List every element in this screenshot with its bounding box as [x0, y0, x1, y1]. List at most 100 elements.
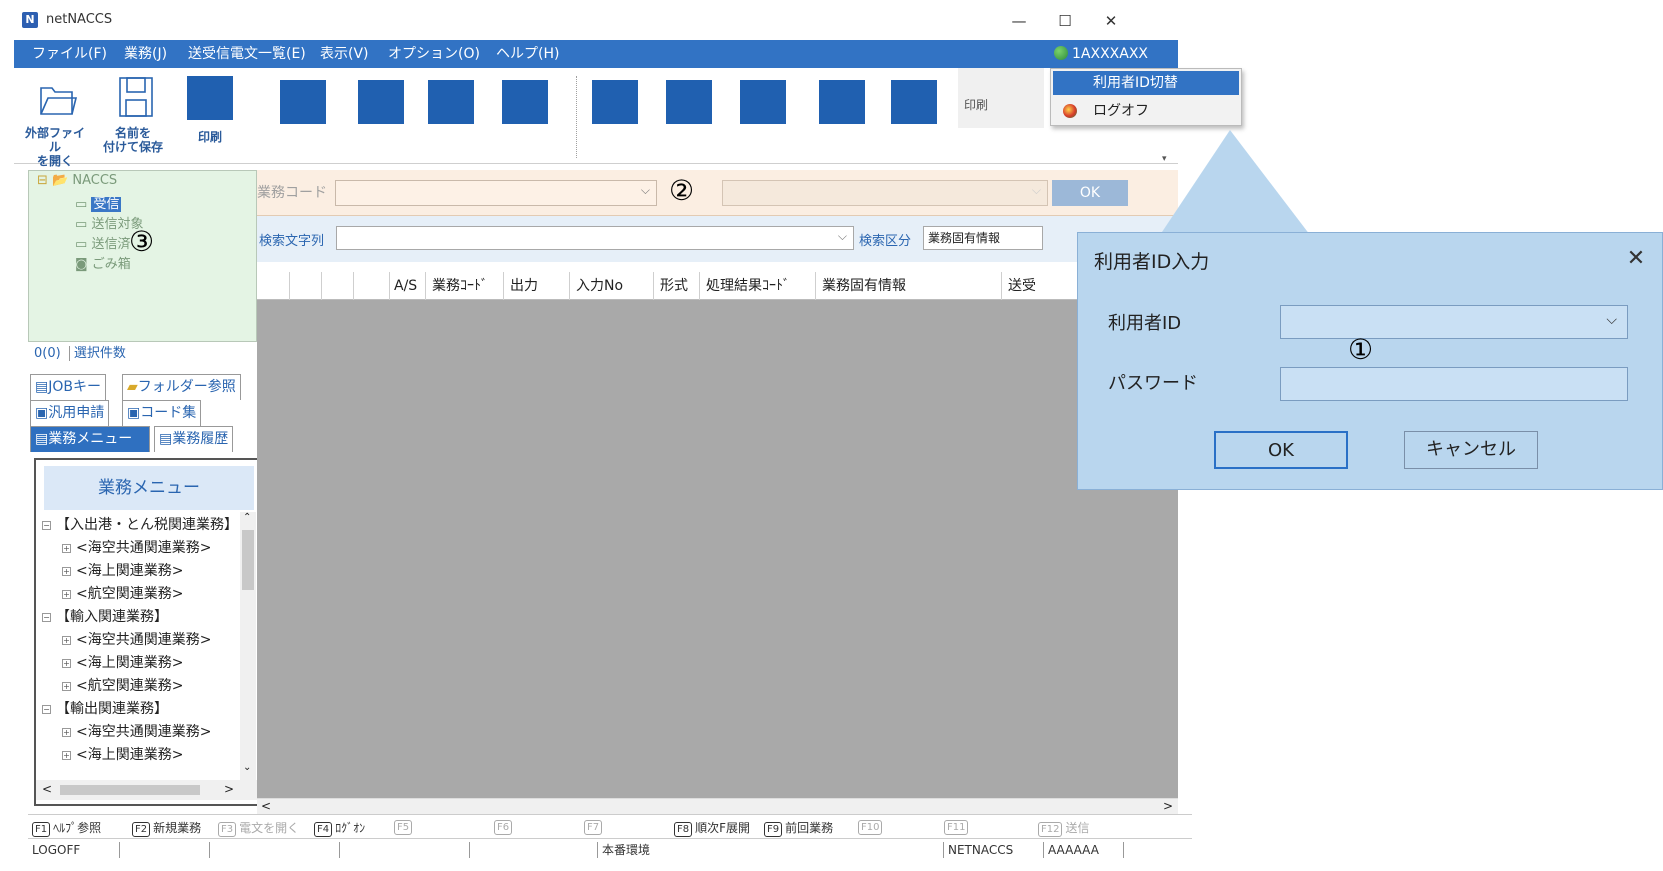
fkey-f12[interactable]: F12 送信 — [1038, 819, 1090, 837]
user-id-label: 1AXXXAXX — [1072, 46, 1149, 62]
menu-file[interactable]: ファイル(F) — [32, 40, 107, 68]
logoff-option[interactable]: ログオフ — [1053, 99, 1239, 123]
fkey-f9[interactable]: F9 前回業務 — [764, 819, 833, 837]
expand-icon: + — [62, 590, 71, 599]
menu-item-air[interactable]: + <航空関連業務> — [62, 583, 183, 603]
grid-column-header[interactable]: 形式 — [653, 272, 699, 300]
fkey-f5[interactable]: F5 — [394, 819, 415, 835]
grid-column-header[interactable] — [257, 272, 289, 300]
menu-help[interactable]: ヘルプ(H) — [496, 40, 559, 68]
menu-bar: ファイル(F) 業務(J) 送受信電文一覧(E) 表示(V) オプション(O) … — [14, 40, 1178, 68]
business-menu-vscroll[interactable]: ⌃ ⌄ — [240, 512, 256, 780]
fkey-f8[interactable]: F8 順次F展開 — [674, 819, 750, 837]
menu-item-sea[interactable]: + <海上関連業務> — [62, 652, 183, 672]
fkey-f1[interactable]: F1 ﾍﾙﾌﾟ参照 — [32, 819, 101, 837]
expand-icon: + — [62, 544, 71, 553]
grid-column-header[interactable] — [289, 272, 321, 300]
fkey-cap: F4 — [314, 822, 333, 837]
menu-view[interactable]: 表示(V) — [320, 40, 369, 68]
maximize-button[interactable]: ☐ — [1042, 8, 1088, 36]
toolbar-button-6-icon[interactable] — [428, 80, 474, 124]
business-subcode-input[interactable]: ⌵ — [722, 180, 1048, 206]
toolbar-button-8-icon[interactable] — [592, 80, 638, 124]
folder-icon: ⊟ 📂 — [37, 173, 69, 188]
print-button[interactable]: 印刷 — [182, 74, 238, 162]
dialog-ok-button[interactable]: OK — [1214, 431, 1348, 469]
toolbar-button-4-icon[interactable] — [280, 80, 326, 124]
hscroll-thumb[interactable] — [60, 785, 200, 795]
menu-item-air[interactable]: + <航空関連業務> — [62, 675, 183, 695]
tab-folder-reference[interactable]: ▰フォルダー参照 — [122, 374, 241, 400]
toolbar-button-11-icon[interactable] — [819, 80, 865, 124]
minimize-button[interactable]: — — [996, 8, 1042, 36]
menu-item-sea[interactable]: + <海上関連業務> — [62, 560, 183, 580]
switch-user-id-option[interactable]: 利用者ID切替 — [1053, 71, 1239, 95]
fkey-f3[interactable]: F3 電文を開く — [218, 819, 299, 837]
grid-column-header[interactable] — [321, 272, 353, 300]
menu-item-sea-air-common[interactable]: + <海空共通関連業務> — [62, 629, 211, 649]
user-id-select[interactable]: ⌵ — [1280, 305, 1628, 339]
menu-item-sea[interactable]: + <海上関連業務> — [62, 744, 183, 764]
menu-message-list[interactable]: 送受信電文一覧(E) — [188, 40, 306, 68]
toolbar-button-12-icon[interactable] — [891, 80, 937, 124]
tab-code-list[interactable]: ▣コード集 — [122, 400, 202, 426]
business-code-input[interactable]: ⌵ — [335, 180, 657, 206]
fkey-f10[interactable]: F10 — [858, 819, 885, 835]
scroll-right-icon[interactable]: > — [224, 782, 234, 796]
grid-column-header[interactable]: 業務ｺｰﾄﾞ — [425, 272, 503, 300]
scroll-left-icon[interactable]: < — [42, 782, 52, 796]
toolbar-button-9-icon[interactable] — [666, 80, 712, 124]
fkey-f7[interactable]: F7 — [584, 819, 605, 835]
fkey-f6[interactable]: F6 — [494, 819, 515, 835]
scroll-thumb[interactable] — [242, 530, 254, 590]
toolbar-button-5-icon[interactable] — [358, 80, 404, 124]
close-window-button[interactable]: ✕ — [1088, 8, 1134, 36]
menu-group-export[interactable]: − 【輸出関連業務】 — [42, 698, 168, 718]
scroll-left-icon[interactable]: < — [261, 799, 271, 813]
menu-options[interactable]: オプション(O) — [388, 40, 480, 68]
scroll-down-icon[interactable]: ⌄ — [243, 762, 251, 773]
tree-root[interactable]: ⊟ 📂 NACCS — [37, 173, 117, 188]
menu-item-sea-air-common[interactable]: + <海空共通関連業務> — [62, 721, 211, 741]
save-as-button[interactable]: 名前を 付けて保存 — [102, 74, 164, 162]
tab-business-history[interactable]: ▤業務履歴 — [154, 426, 234, 452]
grid-hscroll[interactable]: < > — [257, 798, 1178, 814]
message-grid-body[interactable] — [257, 300, 1178, 798]
selection-count-value: 0(0) — [34, 346, 61, 361]
tree-item-trash[interactable]: ◙ ごみ箱 — [75, 253, 131, 272]
tree-root-label: NACCS — [72, 173, 118, 188]
business-code-ok-button[interactable]: OK — [1052, 180, 1128, 206]
menu-group-port-entry[interactable]: − 【入出港・とん税関連業務】 — [42, 514, 238, 534]
menu-item-sea-air-common[interactable]: + <海空共通関連業務> — [62, 537, 211, 557]
tab-job-key[interactable]: ▤JOBキー — [30, 374, 106, 400]
toolbar-button-10-icon[interactable] — [740, 80, 786, 124]
scroll-up-icon[interactable]: ⌃ — [243, 512, 251, 523]
search-category-select[interactable]: 業務固有情報 — [923, 226, 1043, 250]
tree-item-received[interactable]: ▭ 受信 — [75, 193, 122, 212]
grid-column-header[interactable]: 出力 — [503, 272, 569, 300]
password-input[interactable] — [1280, 367, 1628, 401]
fkey-f11[interactable]: F11 — [944, 819, 971, 835]
grid-column-header[interactable]: 業務固有情報 — [815, 272, 1001, 300]
search-string-input[interactable]: ⌵ — [336, 226, 854, 250]
dialog-close-button[interactable]: ✕ — [1618, 241, 1654, 277]
scroll-right-icon[interactable]: > — [1163, 799, 1173, 813]
grid-column-header[interactable]: 処理結果ｺｰﾄﾞ — [699, 272, 815, 300]
business-menu-hscroll[interactable]: < > — [36, 780, 258, 800]
user-menu[interactable]: 1AXXXAXX — [1054, 40, 1174, 68]
grid-column-header[interactable]: A/S — [389, 272, 425, 300]
tab-general-application[interactable]: ▣汎用申請 — [30, 400, 110, 426]
dialog-cancel-button[interactable]: キャンセル — [1404, 431, 1538, 469]
grid-column-header[interactable]: 入力No — [569, 272, 653, 300]
selection-count-label: 選択件数 — [68, 346, 126, 361]
fkey-cap: F8 — [674, 822, 693, 837]
open-external-file-button[interactable]: 外部ファイル を開く — [24, 74, 86, 168]
tab-business-menu[interactable]: ▤業務メニュー — [30, 426, 150, 452]
menu-group-import[interactable]: − 【輸入関連業務】 — [42, 606, 168, 626]
fkey-f4[interactable]: F4 ﾛｸﾞｵﾝ — [314, 819, 365, 837]
grid-column-header[interactable] — [353, 272, 389, 300]
fkey-f2[interactable]: F2 新規業務 — [132, 819, 201, 837]
menu-business[interactable]: 業務(J) — [124, 40, 167, 68]
tree-item-sent[interactable]: ▭ 送信済 — [75, 233, 130, 252]
toolbar-button-7-icon[interactable] — [502, 80, 548, 124]
